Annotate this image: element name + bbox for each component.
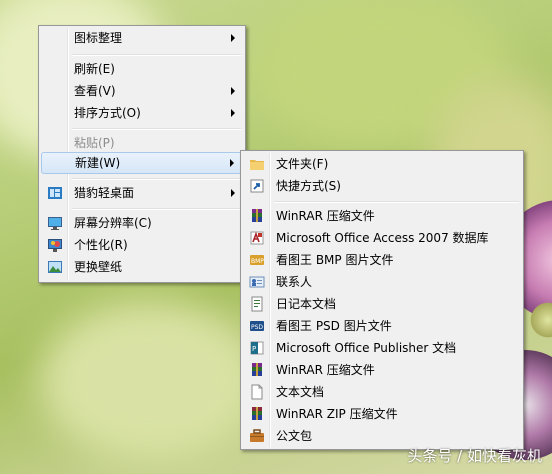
svg-text:BMP: BMP: [251, 258, 264, 265]
submenu-item-contact[interactable]: 联系人: [243, 271, 521, 293]
menu-separator: [72, 208, 241, 210]
menu-separator: [72, 54, 241, 56]
watermark-text: 头条号 / 如快看灰机: [407, 447, 542, 465]
svg-text:PSD: PSD: [251, 324, 263, 331]
submenu-arrow-icon: [230, 159, 234, 167]
menu-item-label: Microsoft Office Publisher 文档: [276, 341, 457, 355]
menu-item-liebao-desktop[interactable]: 猎豹轻桌面: [41, 182, 243, 204]
submenu-item-shortcut[interactable]: 快捷方式(S): [243, 175, 521, 197]
menu-item-label: 日记本文档: [276, 297, 337, 311]
desktop-context-menu: 图标整理 刷新(E) 查看(V) 排序方式(O) 粘贴(P) 新建(W) 猎豹轻…: [38, 25, 246, 283]
submenu-item-winrar-archive[interactable]: WinRAR 压缩文件: [243, 205, 521, 227]
menu-item-label: 快捷方式(S): [276, 179, 341, 193]
submenu-item-winrar-zip[interactable]: WinRAR ZIP 压缩文件: [243, 403, 521, 425]
menu-item-label: 刷新(E): [74, 62, 115, 76]
menu-item-label: 查看(V): [74, 84, 116, 98]
menu-item-label: 公文包: [276, 429, 313, 443]
submenu-item-publisher-doc[interactable]: P Microsoft Office Publisher 文档: [243, 337, 521, 359]
access-icon: [249, 230, 265, 246]
psd-icon: PSD: [249, 318, 265, 334]
menu-item-label: 屏幕分辨率(C): [74, 216, 152, 230]
winrar-zip-icon: [249, 406, 265, 422]
winrar-icon: [249, 208, 265, 224]
menu-separator: [72, 128, 241, 130]
menu-separator: [72, 178, 241, 180]
desktop-app-icon: [47, 185, 63, 201]
menu-item-label: 排序方式(O): [74, 106, 141, 120]
new-submenu: 文件夹(F) 快捷方式(S) WinRAR 压缩文件 Microsoft Off…: [240, 150, 524, 450]
submenu-item-text-document[interactable]: 文本文档: [243, 381, 521, 403]
bmp-icon: BMP: [249, 252, 265, 268]
menu-item-label: 猎豹轻桌面: [74, 186, 135, 200]
submenu-item-folder[interactable]: 文件夹(F): [243, 153, 521, 175]
menu-item-label: 更换壁纸: [74, 260, 123, 274]
menu-separator: [274, 201, 519, 203]
svg-text:P: P: [252, 345, 256, 353]
menu-item-label: 粘贴(P): [74, 136, 115, 150]
menu-item-label: 文本文档: [276, 385, 325, 399]
submenu-item-journal[interactable]: 日记本文档: [243, 293, 521, 315]
menu-item-new[interactable]: 新建(W): [41, 152, 243, 174]
submenu-item-winrar-archive-2[interactable]: WinRAR 压缩文件: [243, 359, 521, 381]
menu-item-label: 看图王 PSD 图片文件: [276, 319, 392, 333]
submenu-item-briefcase[interactable]: 公文包: [243, 425, 521, 447]
menu-item-personalize[interactable]: 个性化(R): [41, 234, 243, 256]
menu-item-label: 联系人: [276, 275, 313, 289]
menu-item-label: 文件夹(F): [276, 157, 329, 171]
menu-item-label: WinRAR 压缩文件: [276, 209, 375, 223]
monitor-icon: [47, 215, 63, 231]
shortcut-icon: [249, 178, 265, 194]
submenu-item-psd-image[interactable]: PSD 看图王 PSD 图片文件: [243, 315, 521, 337]
menu-item-change-wallpaper[interactable]: 更换壁纸: [41, 256, 243, 278]
menu-item-label: 图标整理: [74, 31, 123, 45]
menu-item-arrange-icons[interactable]: 图标整理: [41, 27, 243, 49]
text-doc-icon: [249, 384, 265, 400]
menu-item-label: 新建(W): [75, 156, 121, 170]
menu-item-sort-by[interactable]: 排序方式(O): [41, 102, 243, 124]
winrar-icon: [249, 362, 265, 378]
briefcase-icon: [249, 428, 265, 444]
submenu-item-bmp-image[interactable]: BMP 看图王 BMP 图片文件: [243, 249, 521, 271]
menu-item-view[interactable]: 查看(V): [41, 80, 243, 102]
menu-item-label: Microsoft Office Access 2007 数据库: [276, 231, 489, 245]
folder-icon: [249, 156, 265, 172]
contact-icon: [249, 274, 265, 290]
submenu-arrow-icon: [231, 34, 235, 42]
submenu-arrow-icon: [231, 87, 235, 95]
menu-item-refresh[interactable]: 刷新(E): [41, 58, 243, 80]
submenu-arrow-icon: [231, 109, 235, 117]
submenu-arrow-icon: [231, 189, 235, 197]
menu-item-paste[interactable]: 粘贴(P): [41, 132, 243, 154]
menu-item-label: WinRAR 压缩文件: [276, 363, 375, 377]
personalize-icon: [47, 237, 63, 253]
journal-icon: [249, 296, 265, 312]
menu-item-label: 看图王 BMP 图片文件: [276, 253, 394, 267]
submenu-item-access-db[interactable]: Microsoft Office Access 2007 数据库: [243, 227, 521, 249]
menu-item-screen-resolution[interactable]: 屏幕分辨率(C): [41, 212, 243, 234]
menu-item-label: WinRAR ZIP 压缩文件: [276, 407, 398, 421]
menu-item-label: 个性化(R): [74, 238, 128, 252]
publisher-icon: P: [249, 340, 265, 356]
wallpaper-icon: [47, 259, 63, 275]
